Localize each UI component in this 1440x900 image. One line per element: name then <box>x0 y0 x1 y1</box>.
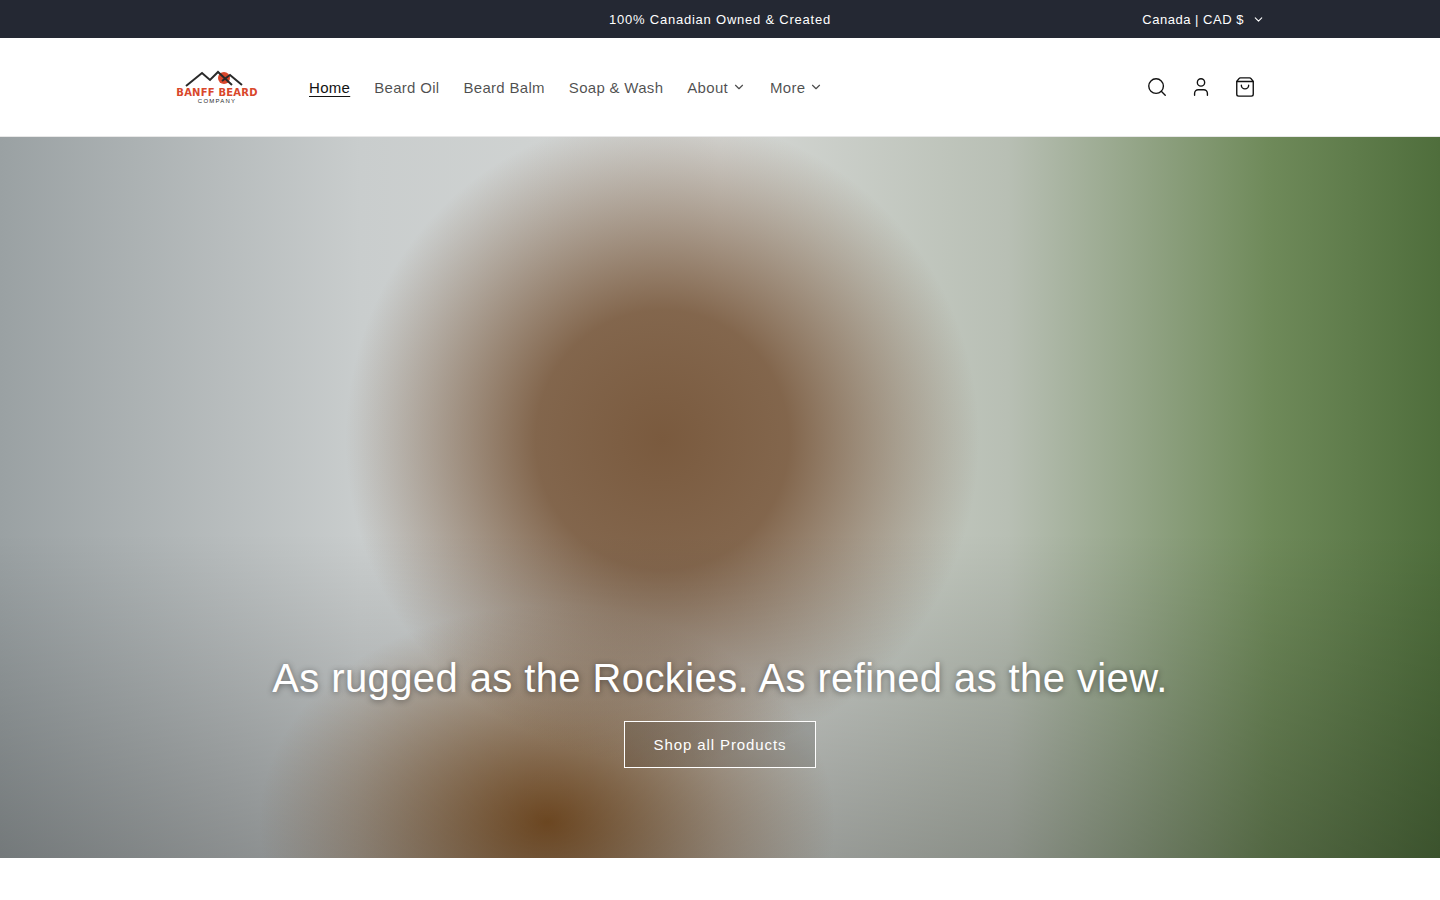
chevron-down-icon <box>732 80 746 94</box>
nav-item[interactable]: More <box>760 71 833 104</box>
nav-item[interactable]: Soap & Wash <box>559 71 673 104</box>
search-icon <box>1146 76 1168 98</box>
user-icon <box>1190 76 1212 98</box>
nav-item[interactable]: Home <box>299 71 360 104</box>
logo-title: BANFF BEARD <box>176 87 257 98</box>
chevron-down-icon <box>1252 13 1265 26</box>
hero-banner: As rugged as the Rockies. As refined as … <box>0 137 1440 858</box>
account-button[interactable] <box>1181 67 1221 107</box>
announcement-bar: 100% Canadian Owned & Created Canada | CA… <box>0 0 1440 38</box>
bag-icon <box>1234 76 1256 98</box>
search-button[interactable] <box>1137 67 1177 107</box>
chevron-down-icon <box>809 80 823 94</box>
logo[interactable]: BANFF BEARDCOMPANY <box>175 69 259 105</box>
hero-heading: As rugged as the Rockies. As refined as … <box>272 656 1168 701</box>
mountain-logo-icon <box>184 69 250 87</box>
announcement-text: 100% Canadian Owned & Created <box>609 12 831 27</box>
shop-all-button[interactable]: Shop all Products <box>624 721 817 768</box>
page: 100% Canadian Owned & Created Canada | CA… <box>0 0 1440 900</box>
cart-button[interactable] <box>1225 67 1265 107</box>
locale-selector[interactable]: Canada | CAD $ <box>1142 8 1265 31</box>
main-nav: HomeBeard OilBeard BalmSoap & WashAboutM… <box>299 71 1137 104</box>
logo-subtitle: COMPANY <box>198 98 236 105</box>
page-content <box>0 858 1440 900</box>
nav-item[interactable]: About <box>677 71 756 104</box>
header-icons <box>1137 67 1265 107</box>
nav-item[interactable]: Beard Oil <box>364 71 449 104</box>
nav-item[interactable]: Beard Balm <box>453 71 554 104</box>
site-header: BANFF BEARDCOMPANY HomeBeard OilBeard Bal… <box>0 38 1440 137</box>
